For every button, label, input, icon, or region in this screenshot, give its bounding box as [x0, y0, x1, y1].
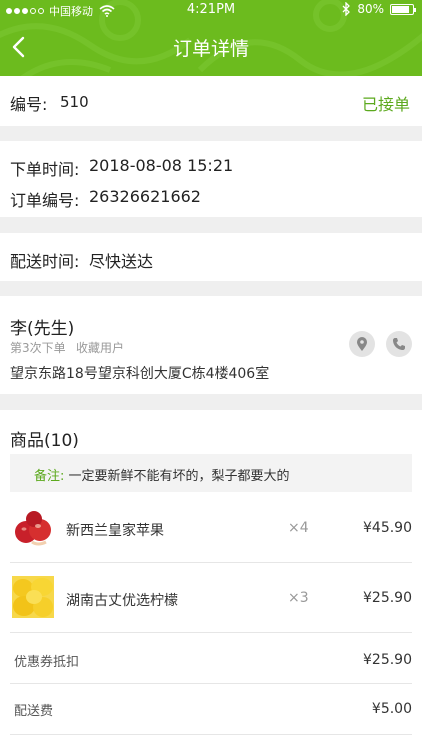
- order-id-label: 订单编号:: [10, 191, 80, 210]
- order-id-value: 26326621662: [89, 187, 201, 206]
- order-info-card: 下单时间: 2018-08-08 15:21 订单编号: 26326621662: [0, 141, 422, 217]
- product-name: 新西兰皇家苹果: [66, 523, 164, 539]
- order-status-badge: 已接单: [361, 95, 410, 114]
- delivery-fee-value: ¥5.00: [371, 701, 412, 717]
- divider: [10, 562, 412, 563]
- call-button[interactable]: [386, 331, 412, 357]
- lemon-thumbnail: [12, 576, 54, 618]
- phone-icon: [393, 338, 405, 350]
- order-number-card: 编号: 510 已接单: [0, 76, 422, 126]
- divider: [10, 734, 412, 735]
- goods-card: 商品(10) 备注: 一定要新鲜不能有坏的，梨子都要大的 新西兰皇家苹果 ×4 …: [0, 410, 422, 750]
- customer-tag: 收藏用户: [76, 341, 125, 355]
- order-note-label: 备注:: [34, 469, 65, 484]
- order-time-label: 下单时间:: [10, 160, 80, 179]
- customer-name: 李(先生): [10, 319, 75, 339]
- product-price: ¥25.90: [363, 590, 412, 606]
- product-price: ¥45.90: [363, 520, 412, 536]
- product-qty: ×3: [288, 590, 309, 606]
- location-pin-icon: [357, 336, 367, 351]
- divider: [10, 683, 412, 684]
- app-header: 中国移动 4:21PM 80% 订单详情: [0, 0, 422, 76]
- customer-order-count: 第3次下单: [10, 341, 66, 355]
- coupon-value: ¥25.90: [363, 652, 412, 668]
- apple-thumbnail: [12, 506, 54, 548]
- location-button[interactable]: [349, 331, 375, 357]
- battery-percent: 80%: [357, 2, 384, 16]
- order-time-value: 2018-08-08 15:21: [89, 156, 234, 175]
- back-button[interactable]: [8, 32, 32, 62]
- delivery-time-label: 配送时间:: [10, 252, 80, 271]
- divider: [10, 632, 412, 633]
- coupon-label: 优惠券抵扣: [14, 655, 80, 670]
- battery-icon: [390, 3, 416, 15]
- order-note: 备注: 一定要新鲜不能有坏的，梨子都要大的: [10, 454, 412, 492]
- customer-address: 望京东路18号望京科创大厦C栋4楼406室: [10, 366, 270, 382]
- product-qty: ×4: [288, 520, 309, 536]
- customer-card: 李(先生) 第3次下单 收藏用户 望京东路18号望京科创大厦C栋4楼406室: [0, 296, 422, 394]
- order-number-label: 编号:: [10, 95, 48, 114]
- goods-title: 商品(10): [10, 431, 79, 451]
- delivery-fee-label: 配送费: [14, 704, 54, 719]
- delivery-time-value: 尽快送达: [89, 252, 154, 271]
- order-number-value: 510: [60, 93, 89, 111]
- product-name: 湖南古丈优选柠檬: [66, 593, 178, 609]
- status-right: 80%: [342, 2, 416, 16]
- bluetooth-icon: [342, 2, 351, 16]
- order-note-text: 一定要新鲜不能有坏的，梨子都要大的: [68, 469, 290, 484]
- status-bar: 中国移动 4:21PM 80%: [0, 0, 422, 20]
- delivery-time-card: 配送时间: 尽快送达: [0, 233, 422, 281]
- page-title: 订单详情: [172, 38, 249, 60]
- nav-bar: 订单详情: [0, 22, 422, 76]
